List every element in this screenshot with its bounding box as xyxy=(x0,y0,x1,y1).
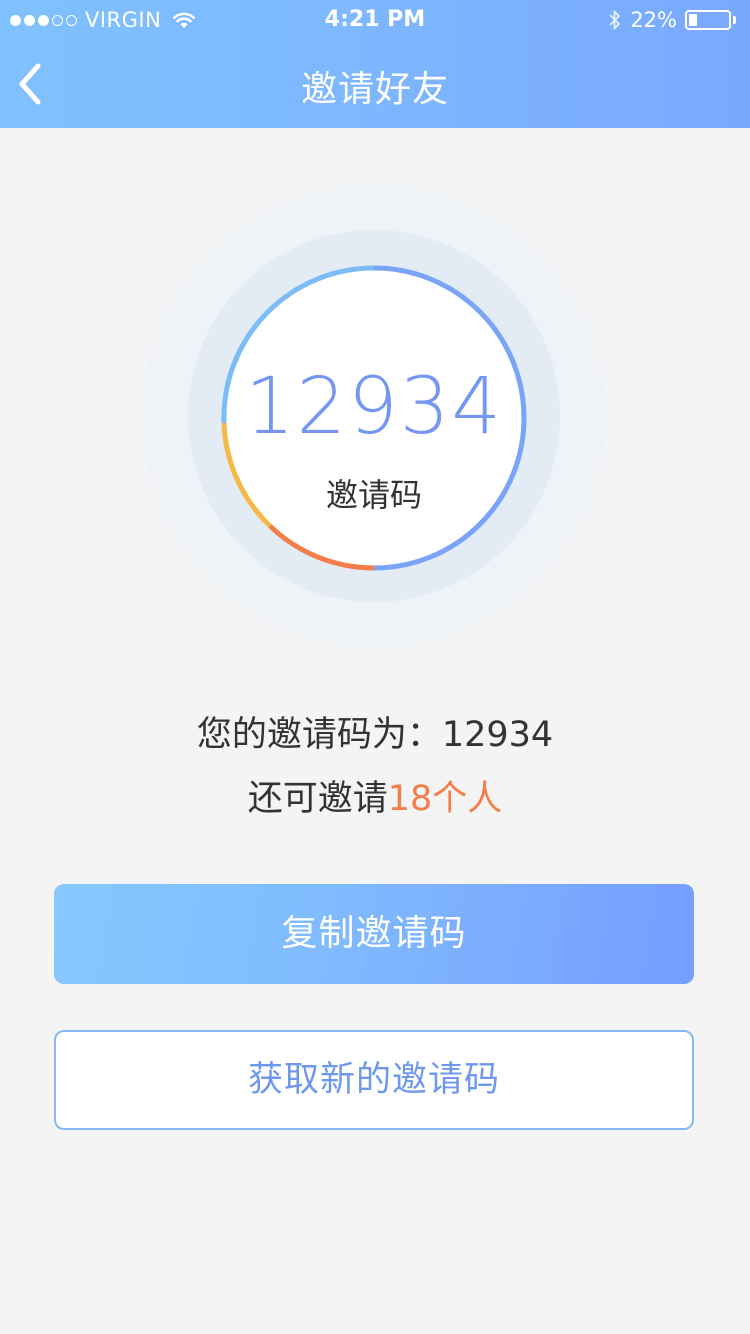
copy-invite-code-button[interactable]: 复制邀请码 xyxy=(54,884,694,984)
invite-code-info: 您的邀请码为：12934 xyxy=(0,706,750,757)
invite-code-label: 邀请码 xyxy=(325,476,422,514)
status-bar: VIRGIN 4:21 PM 22% xyxy=(0,0,750,40)
invite-code-prefix: 您的邀请码为： xyxy=(196,715,442,755)
battery-fill xyxy=(689,14,698,26)
remaining-count: 18个人 xyxy=(387,779,503,819)
invite-code-number: 12934 xyxy=(244,362,504,452)
battery-cap xyxy=(733,16,736,24)
remaining-invites-info: 还可邀请18个人 xyxy=(0,770,750,821)
page-title: 邀请好友 xyxy=(300,69,449,110)
battery-percent: 22% xyxy=(630,8,677,32)
battery-icon xyxy=(685,10,731,30)
get-new-invite-code-button[interactable]: 获取新的邀请码 xyxy=(54,1030,694,1130)
status-right: 22% xyxy=(608,7,736,33)
bluetooth-icon xyxy=(609,10,621,30)
remaining-prefix: 还可邀请 xyxy=(247,779,388,819)
top-bar: VIRGIN 4:21 PM 22% 邀请好友 xyxy=(0,0,750,128)
invite-code-value: 12934 xyxy=(441,715,554,755)
